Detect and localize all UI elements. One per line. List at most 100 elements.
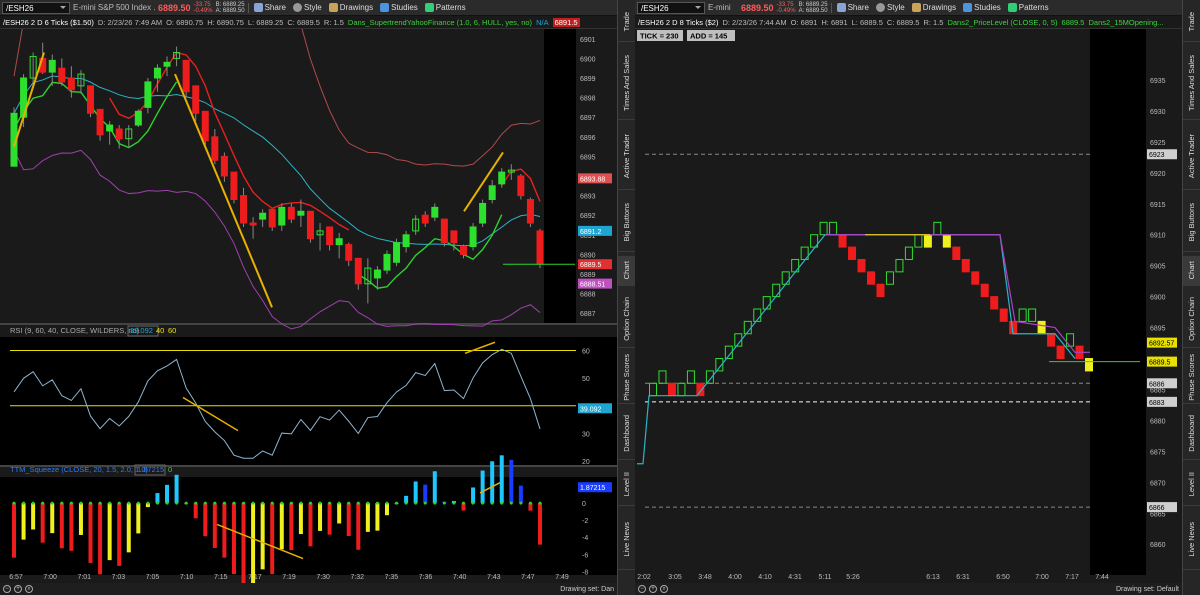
right-bid-ask: B: 6889.25 A: 6889.50 (798, 1, 828, 14)
side-tab-live-news[interactable]: Live News (618, 510, 635, 570)
ttm-title[interactable]: TTM_Squeeze (CLOSE, 20, 1.5, 2.0, 1.0) (10, 465, 148, 474)
zoom-in-icon[interactable]: + (649, 585, 657, 593)
patterns-button[interactable]: Patterns (1006, 3, 1051, 12)
drawings-button[interactable]: Drawings (327, 3, 375, 12)
right-price-levels (645, 153, 1090, 508)
drawings-button[interactable]: Drawings (910, 3, 958, 12)
candle-body (431, 206, 439, 218)
ttm-bar (165, 484, 170, 504)
candle-body (498, 171, 506, 185)
side-tab-live-news[interactable]: Live News (1183, 510, 1200, 570)
candle-body (87, 85, 95, 114)
side-tab-times-and-sales[interactable]: Times And Sales (1183, 46, 1200, 120)
side-tab-label: Big Buttons (622, 203, 631, 242)
ttm-bar (88, 503, 93, 563)
left-chart-canvas[interactable]: 6901690068996898689768966895689468936892… (0, 29, 617, 595)
candle-body (259, 212, 267, 220)
ttm-bar (126, 503, 131, 553)
ttm-bar (289, 503, 294, 551)
candle-body (287, 206, 295, 220)
tick-value: TICK = 230 (640, 32, 679, 41)
side-tab-trade[interactable]: Trade (1183, 2, 1200, 42)
right-symbol-input[interactable]: /ESH26 (637, 1, 705, 14)
side-tab-chart[interactable]: Chart (1183, 256, 1200, 286)
studies-button[interactable]: Studies (378, 3, 420, 12)
zoom-out-icon[interactable]: − (3, 585, 11, 593)
right-chart-canvas[interactable]: TICK = 230 ADD = 145 6935 6930 6925 6920 691… (635, 29, 1182, 595)
candle-body (182, 59, 190, 93)
time-tick-label: 7:10 (180, 574, 194, 581)
left-study-label[interactable]: Dans_SupertrendYahooFinance (1.0, 6, HUL… (348, 18, 532, 27)
ttm-bar (155, 493, 160, 504)
side-tab-active-trader[interactable]: Active Trader (1183, 124, 1200, 190)
side-tab-chart[interactable]: Chart (618, 256, 635, 286)
left-range: R: 1.5 (323, 17, 344, 27)
side-tab-phase-scores[interactable]: Phase Scores (618, 352, 635, 404)
side-tab-label: Big Buttons (1187, 203, 1196, 242)
zoom-out-icon[interactable]: − (638, 585, 646, 593)
expansion-area (1090, 29, 1146, 575)
right-price-axis[interactable]: 6935693069256920691569106905690068956890… (1150, 78, 1166, 549)
zoom-in-icon[interactable]: + (14, 585, 22, 593)
side-tab-level-ii[interactable]: Level II (618, 464, 635, 506)
price-marker-label: 6889.5 (580, 262, 602, 269)
right-time-axis[interactable]: 2:02 3:05 3:48 4:00 4:10 4:31 5:11 5:26 6:13 6:31… (637, 574, 1109, 581)
drawing-set-label[interactable]: Drawing set: Dan (560, 586, 614, 593)
ttm-squeeze-dot (404, 501, 408, 505)
left-symbol-input[interactable]: /ESH26 (2, 1, 70, 14)
candle-body (335, 238, 343, 246)
ttm-bar (365, 503, 370, 532)
patterns-button[interactable]: Patterns (423, 3, 468, 12)
side-tab-trade[interactable]: Trade (618, 2, 635, 42)
rsi-title[interactable]: RSI (9, 60, 40, CLOSE, WILDERS, no) (10, 326, 140, 335)
magnifier-icon[interactable]: ⌕ (660, 585, 668, 593)
renko-brick (933, 221, 942, 236)
price-tick-label: 6899 (580, 76, 596, 83)
side-tab-label: Level II (622, 472, 631, 497)
right-study2-label[interactable]: Dans2_15MOpening... (1088, 18, 1163, 27)
side-tab-active-trader[interactable]: Active Trader (618, 124, 635, 190)
time-tick-label: 4:31 (788, 574, 802, 581)
ttm-squeeze-dot (127, 501, 131, 505)
ttm-squeeze-dot (222, 501, 226, 505)
right-study-value: 6889.5 (1061, 17, 1085, 27)
left-footer: − + ⌕ Drawing set: Dan (0, 583, 617, 595)
side-tab-option-chain[interactable]: Option Chain (618, 290, 635, 348)
studies-button[interactable]: Studies (961, 3, 1003, 12)
candle-body (393, 242, 401, 263)
ttm-squeeze-dot (519, 501, 523, 505)
drawing-set-label[interactable]: Drawing set: Default (1116, 586, 1179, 593)
rsi-axis-label: 50 (582, 376, 590, 383)
ttm-bar (231, 503, 236, 575)
share-button[interactable]: Share (835, 3, 871, 12)
right-chart-pane[interactable]: /ESH26 E-mini 6889.50 -33.75 -0.49% B: 68… (635, 0, 1182, 595)
side-tab-dashboard[interactable]: Dashboard (1183, 408, 1200, 460)
left-time-axis[interactable]: 6:57 7:00 7:01 7:03 7:05 7:10 7:15 7:17 7:19 7:30… (9, 574, 569, 581)
left-symbol-description: E-mini S&P 500 Index ... (73, 3, 155, 12)
side-tab-level-ii[interactable]: Level II (1183, 464, 1200, 506)
side-tab-times-and-sales[interactable]: Times And Sales (618, 46, 635, 120)
side-tab-option-chain[interactable]: Option Chain (1183, 290, 1200, 348)
ttm-squeeze-dot (366, 501, 370, 505)
share-button[interactable]: Share (252, 3, 288, 12)
share-icon (253, 3, 263, 12)
ttm-axis-label: -6 (582, 552, 588, 559)
side-tab-big-buttons[interactable]: Big Buttons (618, 194, 635, 252)
style-button[interactable]: Style (291, 3, 324, 12)
magnifier-icon[interactable]: ⌕ (25, 585, 33, 593)
left-chart-pane[interactable]: /ESH26 E-mini S&P 500 Index ... 6889.50 … (0, 0, 617, 595)
side-tab-label: Trade (1187, 11, 1196, 32)
candle-body (163, 61, 171, 67)
right-study-label[interactable]: Dans2_PriceLevel (CLOSE, 0, 5) (947, 18, 1057, 27)
left-chart-title: /ESH26 2 D 6 Ticks ($1.50) (3, 17, 94, 27)
rsi-marker-label: 39.092 (580, 406, 602, 413)
side-tab-dashboard[interactable]: Dashboard (618, 408, 635, 460)
side-tab-big-buttons[interactable]: Big Buttons (1183, 194, 1200, 252)
style-button[interactable]: Style (874, 3, 907, 12)
renko-brick (658, 370, 667, 384)
time-tick-label: 3:48 (698, 574, 712, 581)
side-tab-phase-scores[interactable]: Phase Scores (1183, 352, 1200, 404)
price-tick-label: 6900 (1150, 295, 1166, 302)
ttm-squeeze-dot (461, 501, 465, 505)
ttm-value: 1.87215 (137, 465, 164, 474)
